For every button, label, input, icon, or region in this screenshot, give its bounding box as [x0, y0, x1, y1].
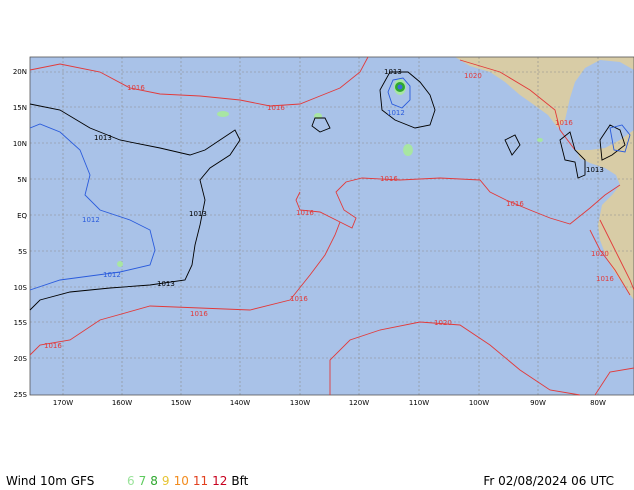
lat-label: 10N: [13, 140, 27, 148]
beaufort-scale-legend: 6 7 8 9 10 11 12 Bft: [127, 474, 252, 488]
isobar-label: 1012: [103, 271, 121, 279]
isobar-label: 1013: [94, 134, 112, 142]
scale-value: 7: [138, 474, 147, 488]
isobar-label: 1016: [267, 104, 285, 112]
isobar-label: 1016: [555, 119, 573, 127]
lat-label: 15S: [14, 319, 28, 327]
lon-label: 90W: [530, 399, 546, 407]
isobar-label: 1012: [82, 216, 100, 224]
isobar-label: 1016: [506, 200, 524, 208]
scale-value: 8: [150, 474, 158, 488]
scale-value: 12: [212, 474, 228, 488]
isobar-label: 1012: [387, 109, 405, 117]
scale-value: 10: [173, 474, 189, 488]
isobar-label: 1013: [189, 210, 207, 218]
isobar-label: 1020: [464, 72, 482, 80]
scale-unit: Bft: [231, 474, 249, 488]
scale-value: 9: [161, 474, 170, 488]
scale-value: 6: [127, 474, 135, 488]
lon-label: 170W: [53, 399, 73, 407]
lat-label: 25S: [14, 391, 28, 399]
map-footer: Wind 10m GFS 6 7 8 9 10 11 12 Bft Fr 02/08/2024…: [0, 468, 634, 490]
lon-label: 80W: [590, 399, 606, 407]
lon-label: 120W: [349, 399, 369, 407]
weather-map: 20N 15N 10N 5N EQ 5S 10S 15S 20S 25S 170…: [13, 56, 634, 407]
isobar-label: 1013: [157, 280, 175, 288]
map-title: Wind 10m GFS: [6, 474, 95, 488]
lon-label: 150W: [171, 399, 191, 407]
latitude-labels: 20N 15N 10N 5N EQ 5S 10S 15S 20S 25S: [13, 68, 28, 399]
isobar-label: 1016: [596, 275, 614, 283]
forecast-date: Fr 02/08/2024 06 UTC: [483, 474, 614, 488]
isobar-label: 1016: [190, 310, 208, 318]
lat-label: 20S: [14, 355, 28, 363]
scale-value: 11: [192, 474, 209, 488]
lat-label: EQ: [17, 212, 27, 220]
lon-label: 110W: [409, 399, 429, 407]
lon-label: 130W: [290, 399, 310, 407]
storm-eye: [397, 84, 403, 90]
isobar-label: 1013: [384, 68, 402, 76]
isobar-label: 1016: [296, 209, 314, 217]
lat-label: 20N: [13, 68, 27, 76]
lon-label: 100W: [469, 399, 489, 407]
isobar-label: 1020: [591, 250, 609, 258]
lat-label: 10S: [14, 284, 28, 292]
lon-label: 140W: [230, 399, 250, 407]
lat-label: 15N: [13, 104, 27, 112]
lon-label: 160W: [112, 399, 132, 407]
isobar-label: 1020: [434, 319, 452, 327]
isobar-label: 1016: [44, 342, 62, 350]
longitude-labels: 170W 160W 150W 140W 130W 120W 110W 100W …: [53, 399, 606, 407]
lat-label: 5N: [17, 176, 27, 184]
isobar-label: 1016: [380, 175, 398, 183]
isobar-label: 1016: [290, 295, 308, 303]
lat-label: 5S: [18, 248, 27, 256]
isobar-label: 1013: [586, 166, 604, 174]
isobar-label: 1016: [127, 84, 145, 92]
